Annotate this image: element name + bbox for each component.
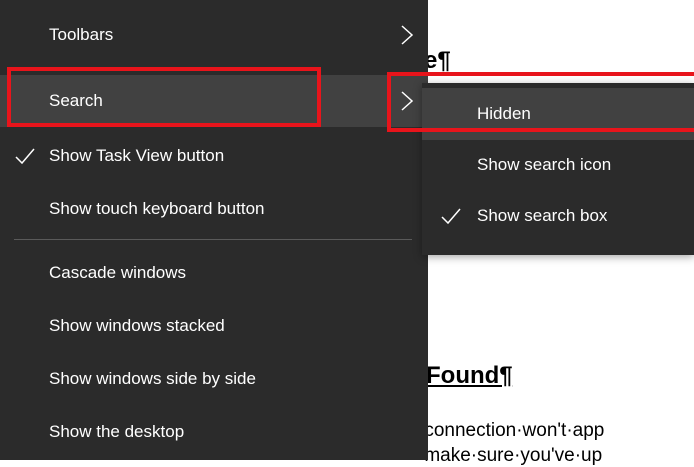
menu-item-show-touch-keyboard[interactable]: Show touch keyboard button (0, 183, 428, 235)
checkmark-icon (441, 208, 461, 225)
menu-item-show-task-view[interactable]: Show Task View button (0, 130, 428, 182)
submenu-item-label: Show search box (477, 206, 608, 225)
document-body-line: ·make·sure·you've·up (418, 445, 603, 466)
menu-item-label: Cascade windows (49, 263, 187, 282)
menu-item-label: Show touch keyboard button (49, 199, 265, 218)
menu-item-label: Show windows stacked (49, 316, 225, 335)
highlight-box-search (7, 67, 321, 127)
menu-item-label: Show the desktop (49, 422, 185, 441)
menu-item-label: Toolbars (49, 25, 114, 44)
menu-separator (14, 239, 412, 240)
menu-item-toolbars[interactable]: Toolbars (0, 9, 428, 61)
highlight-box-hidden (387, 72, 694, 132)
submenu-item-show-search-box[interactable]: Show search box (422, 190, 694, 242)
menu-item-label: Show windows side by side (49, 369, 256, 388)
checkmark-icon (15, 148, 35, 165)
menu-item-cascade-windows[interactable]: Cascade windows (0, 247, 428, 299)
submenu-item-show-search-icon[interactable]: Show search icon (422, 139, 694, 191)
chevron-right-icon (401, 25, 414, 45)
menu-item-show-side-by-side[interactable]: Show windows side by side (0, 353, 428, 405)
menu-item-show-windows-stacked[interactable]: Show windows stacked (0, 300, 428, 352)
document-body-line: ·connection·won't·app (418, 420, 605, 441)
submenu-item-label: Show search icon (477, 155, 612, 174)
document-heading-found: Found¶ (426, 362, 513, 389)
menu-item-label: Show Task View button (49, 146, 225, 165)
menu-item-show-desktop[interactable]: Show the desktop (0, 406, 428, 458)
document-heading-fragment: e¶ (424, 47, 451, 74)
